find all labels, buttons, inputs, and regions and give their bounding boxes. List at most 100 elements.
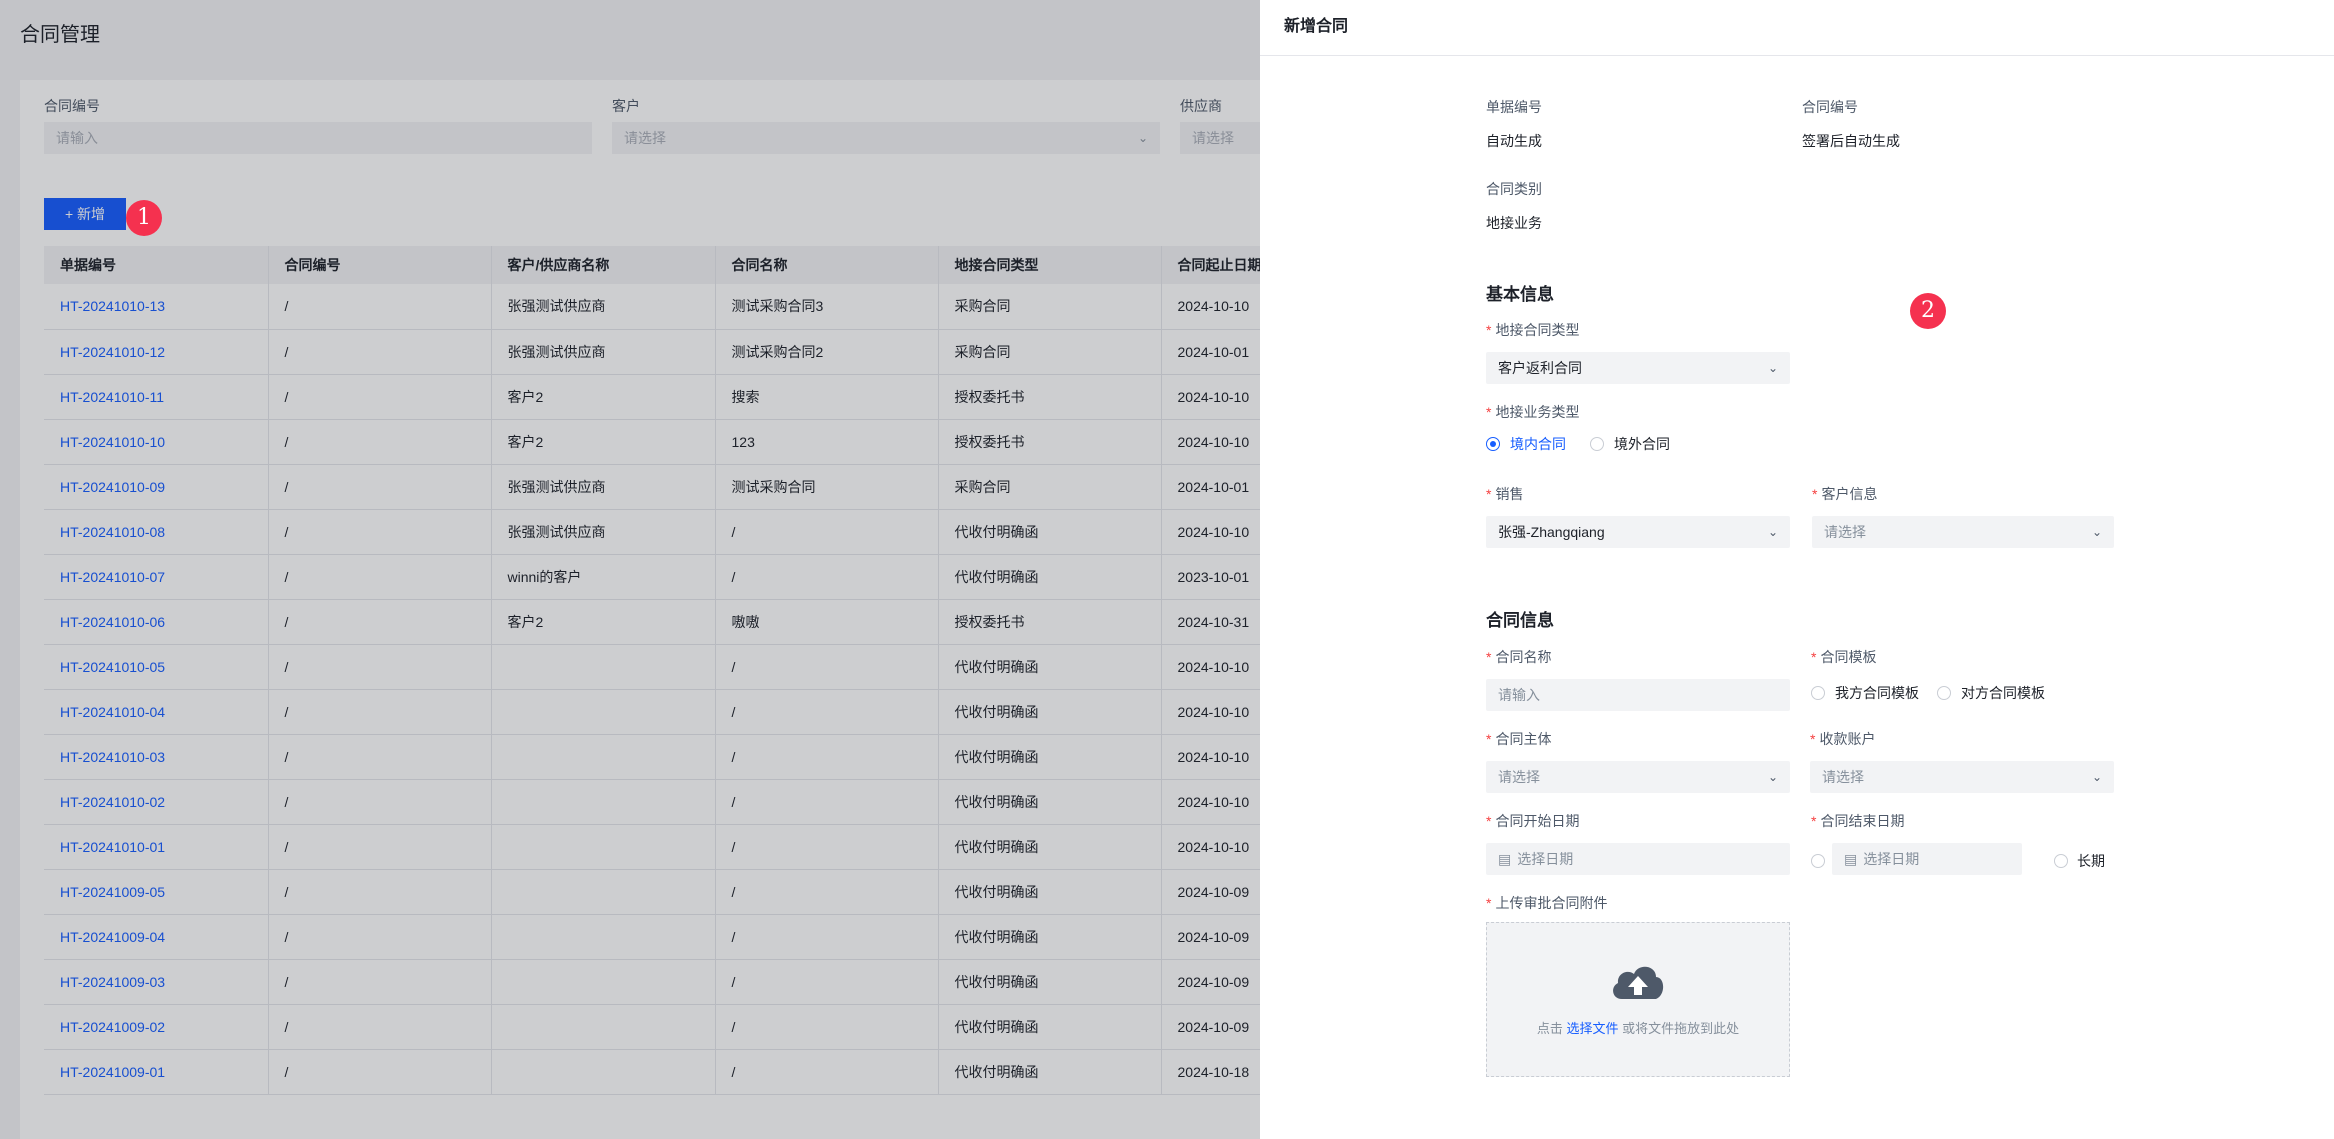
biz-type-field: * 地接业务类型 境内合同 境外合同: [1486, 402, 1886, 454]
required-mark: *: [1810, 731, 1816, 747]
radio-end-date[interactable]: [1811, 854, 1825, 868]
contract-no-value: 签署后自动生成: [1802, 133, 1900, 149]
radio-domestic-label[interactable]: 境内合同: [1510, 434, 1566, 454]
annotation-badge-1: 1: [126, 200, 162, 236]
radio-our-template-label[interactable]: 我方合同模板: [1835, 683, 1919, 703]
sales-label-row: * 销售: [1486, 484, 1790, 504]
required-mark: *: [1486, 486, 1492, 502]
customer-info-field: * 客户信息 请选择 ⌄: [1812, 484, 2114, 548]
chevron-down-icon: ⌄: [1767, 525, 1778, 539]
contract-type-field: * 地接合同类型 客户返利合同 ⌄: [1486, 320, 1790, 384]
category-label: 合同类别: [1486, 181, 1542, 197]
contract-name-field: * 合同名称 请输入: [1486, 647, 1790, 711]
add-contract-drawer: 新增合同 2 单据编号 自动生成 合同编号 签署后自动生成 合同类别 地接业务 …: [1260, 0, 2334, 1139]
required-mark: *: [1486, 813, 1492, 829]
contract-type-value: 客户返利合同: [1498, 360, 1582, 376]
upload-field: * 上传审批合同附件: [1486, 893, 1790, 913]
drawer-overlay-mask[interactable]: [0, 0, 1260, 1139]
upload-label-row: * 上传审批合同附件: [1486, 893, 1790, 913]
end-date-label-row: * 合同结束日期: [1811, 811, 2131, 831]
start-date-label: 合同开始日期: [1495, 813, 1580, 829]
entity-placeholder: 请选择: [1498, 769, 1540, 785]
contract-type-label: 地接合同类型: [1495, 322, 1580, 338]
start-date-label-row: * 合同开始日期: [1486, 811, 1790, 831]
contract-entity-field: * 合同主体 请选择 ⌄: [1486, 729, 1790, 793]
radio-domestic[interactable]: [1486, 437, 1500, 451]
doc-no-label: 单据编号: [1486, 99, 1542, 115]
upload-tip: 点击 选择文件 或将文件拖放到此处: [1487, 1018, 1789, 1037]
contract-type-select[interactable]: 客户返利合同 ⌄: [1486, 352, 1790, 384]
required-mark: *: [1486, 649, 1492, 665]
sales-value: 张强-Zhangqiang: [1498, 524, 1605, 540]
required-mark: *: [1811, 813, 1817, 829]
contract-name-label: 合同名称: [1495, 649, 1552, 665]
biz-type-radio-group: 境内合同 境外合同: [1486, 434, 1886, 454]
contract-no-field: 合同编号 签署后自动生成: [1802, 97, 2102, 151]
customer-label: 客户信息: [1821, 486, 1878, 502]
sales-label: 销售: [1495, 486, 1524, 502]
required-mark: *: [1486, 322, 1492, 338]
long-term-label[interactable]: 长期: [2077, 851, 2105, 871]
required-mark: *: [1812, 486, 1818, 502]
required-mark: *: [1486, 895, 1492, 911]
end-date-row: ▤ 选择日期 长期: [1811, 831, 2131, 875]
template-label-row: * 合同模板: [1811, 647, 2131, 667]
contract-no-label: 合同编号: [1802, 99, 1858, 115]
required-mark: *: [1811, 649, 1817, 665]
radio-our-template[interactable]: [1811, 686, 1825, 700]
receiving-account-field: * 收款账户 请选择 ⌄: [1810, 729, 2114, 793]
radio-overseas[interactable]: [1590, 437, 1604, 451]
category-field: 合同类别 地接业务: [1486, 179, 1786, 233]
select-file-link[interactable]: 选择文件: [1566, 1021, 1618, 1036]
template-radio-group: 我方合同模板 对方合同模板: [1811, 683, 2131, 703]
required-mark: *: [1486, 731, 1492, 747]
contract-name-placeholder: 请输入: [1498, 687, 1540, 703]
entity-label: 合同主体: [1495, 731, 1552, 747]
required-mark: *: [1486, 404, 1492, 420]
category-value: 地接业务: [1486, 215, 1542, 231]
calendar-icon: ▤: [1498, 851, 1512, 867]
customer-placeholder: 请选择: [1824, 524, 1866, 540]
account-label-row: * 收款账户: [1810, 729, 2114, 749]
upload-dropzone[interactable]: 点击 选择文件 或将文件拖放到此处: [1486, 922, 1790, 1077]
upload-tip-pre: 点击: [1536, 1021, 1563, 1036]
cloud-upload-icon: [1487, 959, 1789, 1006]
contract-name-input[interactable]: 请输入: [1486, 679, 1790, 711]
doc-no-field: 单据编号 自动生成: [1486, 97, 1786, 151]
doc-no-value: 自动生成: [1486, 133, 1542, 149]
account-label: 收款账户: [1819, 731, 1876, 747]
radio-their-template-label[interactable]: 对方合同模板: [1961, 683, 2045, 703]
customer-select[interactable]: 请选择 ⌄: [1812, 516, 2114, 548]
contract-entity-select[interactable]: 请选择 ⌄: [1486, 761, 1790, 793]
upload-tip-post: 或将文件拖放到此处: [1622, 1021, 1740, 1036]
start-date-picker[interactable]: ▤ 选择日期: [1486, 843, 1790, 875]
customer-label-row: * 客户信息: [1812, 484, 2114, 504]
start-date-placeholder: 选择日期: [1517, 851, 1574, 867]
chevron-down-icon: ⌄: [1767, 361, 1778, 375]
biz-type-label-row: * 地接业务类型: [1486, 402, 1886, 422]
end-date-placeholder: 选择日期: [1863, 851, 1920, 867]
calendar-icon: ▤: [1844, 851, 1858, 867]
account-placeholder: 请选择: [1822, 769, 1864, 785]
drawer-title: 新增合同: [1260, 0, 2334, 56]
end-date-field: * 合同结束日期 ▤ 选择日期 长期: [1811, 811, 2131, 875]
chevron-down-icon: ⌄: [2091, 525, 2102, 539]
biz-type-label: 地接业务类型: [1495, 404, 1580, 420]
contract-info-section-title: 合同信息: [1486, 611, 1554, 630]
contract-type-label-row: * 地接合同类型: [1486, 320, 1790, 340]
end-date-picker[interactable]: ▤ 选择日期: [1832, 843, 2022, 875]
chevron-down-icon: ⌄: [2091, 770, 2102, 784]
sales-select[interactable]: 张强-Zhangqiang ⌄: [1486, 516, 1790, 548]
template-label: 合同模板: [1820, 649, 1877, 665]
contract-name-label-row: * 合同名称: [1486, 647, 1790, 667]
start-date-field: * 合同开始日期 ▤ 选择日期: [1486, 811, 1790, 875]
end-date-label: 合同结束日期: [1820, 813, 1905, 829]
basic-info-section-title: 基本信息: [1486, 285, 1554, 304]
radio-overseas-label[interactable]: 境外合同: [1614, 434, 1670, 454]
radio-long-term[interactable]: [2054, 854, 2068, 868]
sales-field: * 销售 张强-Zhangqiang ⌄: [1486, 484, 1790, 548]
chevron-down-icon: ⌄: [1767, 770, 1778, 784]
upload-label: 上传审批合同附件: [1495, 895, 1608, 911]
radio-their-template[interactable]: [1937, 686, 1951, 700]
receiving-account-select[interactable]: 请选择 ⌄: [1810, 761, 2114, 793]
